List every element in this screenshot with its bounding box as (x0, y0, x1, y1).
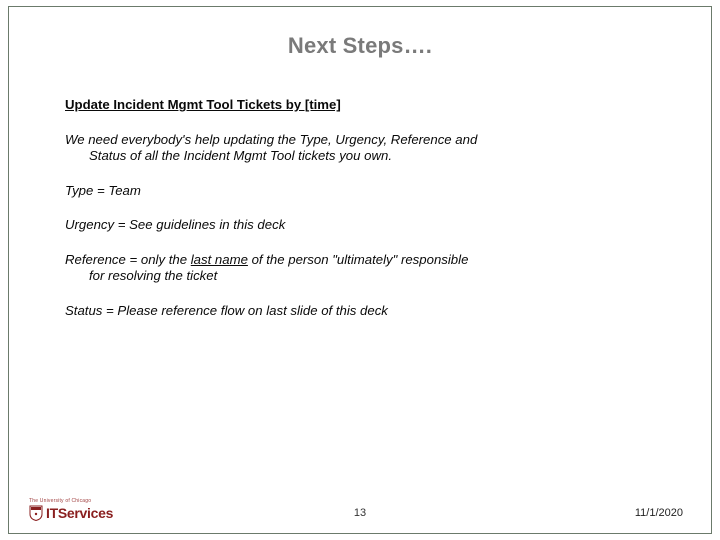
slide-frame: Next Steps…. Update Incident Mgmt Tool T… (8, 6, 712, 534)
slide-footer: The University of Chicago ITServices 13 … (9, 497, 711, 523)
page-number: 13 (354, 507, 366, 519)
logo-university-text: The University of Chicago (29, 498, 113, 504)
reference-pre: Reference = only the (65, 252, 191, 267)
brand-logo: The University of Chicago ITServices (29, 498, 113, 521)
intro-line-1: We need everybody's help updating the Ty… (65, 132, 477, 147)
status-line: Status = Please reference flow on last s… (65, 303, 655, 320)
slide-date: 11/1/2020 (635, 507, 683, 519)
reference-line-2: for resolving the ticket (65, 268, 655, 285)
urgency-line: Urgency = See guidelines in this deck (65, 217, 655, 234)
intro-line-2: Status of all the Incident Mgmt Tool tic… (65, 148, 655, 165)
reference-line: Reference = only the last name of the pe… (65, 252, 655, 285)
slide-content: Update Incident Mgmt Tool Tickets by [ti… (65, 97, 655, 319)
intro-paragraph: We need everybody's help updating the Ty… (65, 132, 655, 165)
logo-services: Services (58, 505, 113, 521)
shield-icon (29, 505, 43, 521)
reference-post: of the person "ultimately" responsible (248, 252, 468, 267)
section-heading: Update Incident Mgmt Tool Tickets by [ti… (65, 97, 655, 114)
logo-wordmark: ITServices (46, 505, 113, 521)
logo-row: ITServices (29, 505, 113, 521)
reference-underlined: last name (191, 252, 248, 267)
logo-it: IT (46, 505, 58, 521)
type-line: Type = Team (65, 183, 655, 200)
slide-title: Next Steps…. (9, 33, 711, 59)
